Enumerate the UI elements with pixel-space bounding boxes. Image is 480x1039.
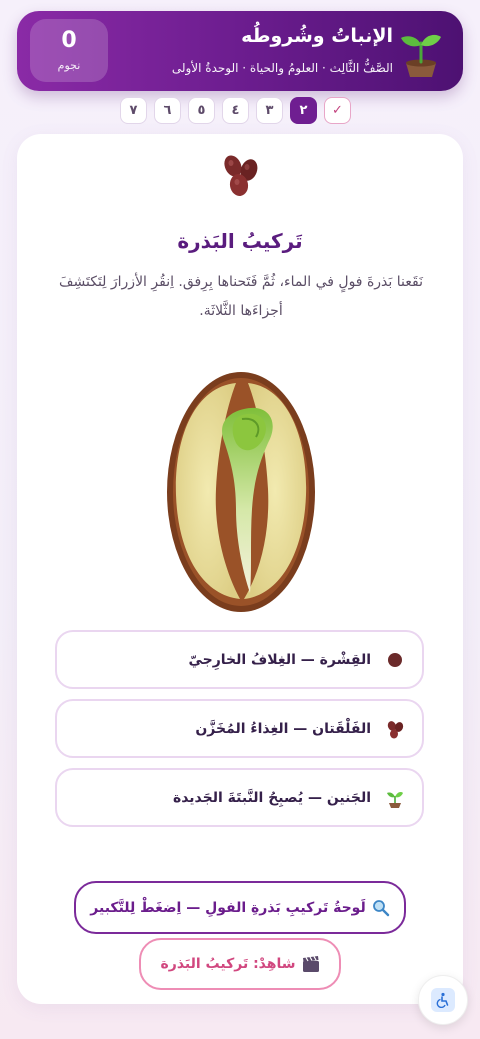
part-label: الجَنين — يُصبِحُ النَّبتَةَ الجَديدة	[172, 789, 371, 806]
part-label: الفَلْقَتان — الغِذاءُ المُخَزَّن	[195, 720, 371, 737]
step-tab-current[interactable]: ٢	[290, 97, 317, 124]
bean-seed-illustration	[167, 372, 315, 612]
accessibility-button[interactable]	[418, 975, 468, 1025]
step-tab[interactable]: ٦	[154, 97, 181, 124]
step-tabs: ٧ ٦ ٥ ٤ ٣ ٢ ✓	[120, 97, 351, 127]
zoom-diagram-button[interactable]: لَوحةُ تَركيبِ بَذرةِ الفولِ — اِضغَطْ ل…	[74, 881, 406, 934]
step-tab[interactable]: ٧	[120, 97, 147, 124]
dot-icon	[388, 652, 402, 667]
lesson-subtitle: الصَّفُّ الثَّالِث · العلومُ والحياة · ا…	[171, 61, 393, 75]
stars-label: نجوم	[57, 58, 81, 72]
wheelchair-icon	[431, 988, 455, 1012]
part-label: القِشْرة — الغِلافُ الخارِجيّ	[188, 651, 371, 668]
card-title: تَركيبُ البَذرة	[177, 229, 303, 253]
lesson-header: 0 نجوم الإنباتُ وشُروطُه الصَّفُّ الثَّا…	[17, 11, 463, 91]
sprout-icon	[401, 34, 441, 77]
part-button-cotyledons[interactable]: الفَلْقَتان — الغِذاءُ المُخَزَّن	[55, 699, 424, 758]
part-button-embryo[interactable]: الجَنين — يُصبِحُ النَّبتَةَ الجَديدة	[55, 768, 424, 827]
step-tab[interactable]: ٣	[256, 97, 283, 124]
lesson-title: الإنباتُ وشُروطُه	[241, 25, 393, 47]
lesson-card: تَركيبُ البَذرة نَقَعنا بَذرةَ فولٍ في ا…	[17, 134, 463, 1004]
card-description: نَقَعنا بَذرةَ فولٍ في الماء، ثُمَّ فَتَ…	[59, 274, 423, 319]
step-tab-done[interactable]: ✓	[324, 97, 351, 124]
clapperboard-icon	[302, 956, 319, 972]
stars-counter: 0 نجوم	[30, 19, 108, 82]
part-button-coat[interactable]: القِشْرة — الغِلافُ الخارِجيّ	[55, 630, 424, 689]
step-tab[interactable]: ٤	[222, 97, 249, 124]
beans-icon	[224, 155, 258, 196]
seedling-icon	[387, 791, 403, 808]
stars-count: 0	[61, 27, 77, 53]
watch-button-label: شاهِدْ: تَركيبُ البَذرة	[160, 956, 296, 972]
magnifier-icon	[372, 899, 389, 916]
beans-icon	[387, 720, 404, 738]
zoom-button-label: لَوحةُ تَركيبِ بَذرةِ الفولِ — اِضغَطْ ل…	[90, 899, 366, 916]
step-tab[interactable]: ٥	[188, 97, 215, 124]
watch-video-button[interactable]: شاهِدْ: تَركيبُ البَذرة	[139, 938, 341, 990]
